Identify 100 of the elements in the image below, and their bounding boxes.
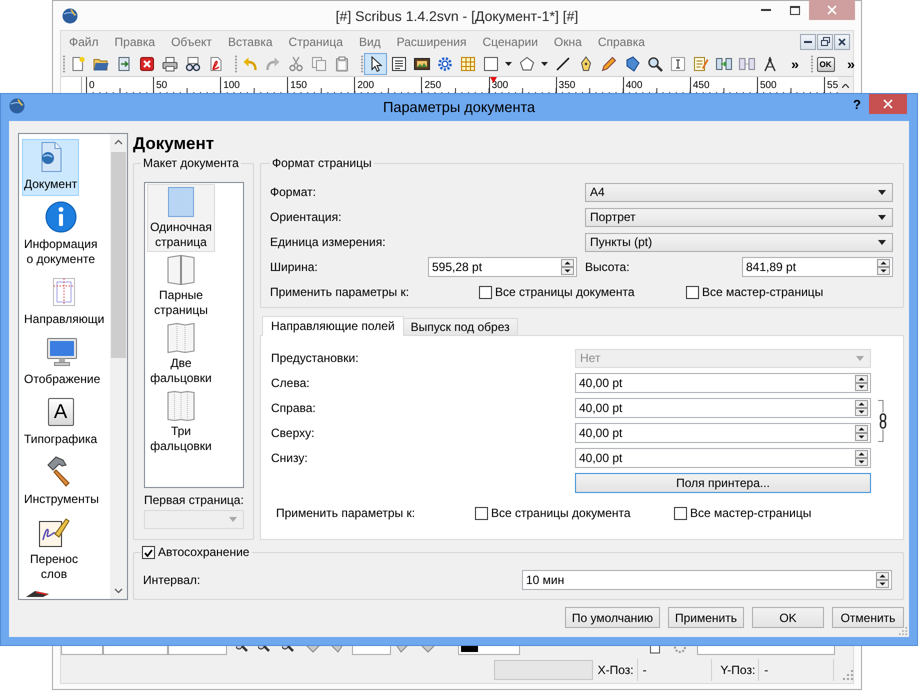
dropdown[interactable] bbox=[458, 646, 520, 655]
info-icon bbox=[44, 201, 77, 233]
tool-button[interactable] bbox=[364, 53, 387, 75]
checkbox[interactable] bbox=[478, 286, 492, 298]
caret-icon[interactable] bbox=[541, 62, 548, 66]
spin-arrows-icon[interactable] bbox=[855, 425, 868, 441]
dropdown[interactable]: Пункты (pt) bbox=[585, 232, 893, 252]
spin-arrows-icon[interactable] bbox=[855, 375, 868, 391]
toolbar-handle[interactable] bbox=[235, 55, 237, 73]
close-button[interactable] bbox=[869, 94, 907, 114]
help-button[interactable]: ? bbox=[847, 97, 867, 112]
ok-key-button[interactable]: OK bbox=[816, 56, 834, 72]
checkbox[interactable] bbox=[142, 546, 155, 559]
close-button[interactable] bbox=[834, 34, 850, 50]
spin-field[interactable]: 595,28 pt bbox=[428, 257, 577, 277]
restore-button[interactable] bbox=[817, 34, 833, 50]
toolbar-handle[interactable] bbox=[63, 55, 65, 73]
arrow-icon[interactable] bbox=[420, 646, 436, 655]
dropdown[interactable]: A4 bbox=[585, 182, 893, 202]
spin-arrows-icon[interactable] bbox=[855, 400, 868, 416]
menu-item[interactable]: Файл bbox=[61, 34, 107, 48]
three-panel-fold-icon bbox=[167, 323, 195, 353]
toolbar-overflow-button[interactable]: » bbox=[787, 56, 803, 72]
input-field[interactable] bbox=[103, 646, 168, 655]
dialog-button[interactable]: Отменить bbox=[832, 607, 904, 628]
scrollbar[interactable] bbox=[110, 134, 127, 599]
close-document-icon[interactable] bbox=[138, 56, 154, 72]
caret-icon bbox=[878, 190, 886, 194]
toolbar-handle[interactable] bbox=[811, 55, 813, 73]
minimize-button[interactable] bbox=[800, 34, 816, 50]
ruler-marker-icon bbox=[490, 77, 497, 83]
dropdown[interactable]: Портрет bbox=[585, 208, 893, 226]
spin-arrows-icon[interactable] bbox=[855, 450, 868, 466]
menu-item[interactable]: Вид bbox=[350, 34, 389, 48]
category-item[interactable]: Инструменты bbox=[22, 454, 101, 511]
spin-field[interactable]: 40,00 pt bbox=[575, 373, 871, 393]
facing-pages-icon bbox=[167, 255, 195, 285]
spin-field[interactable]: 40,00 pt bbox=[575, 448, 871, 468]
dialog-button[interactable]: Применить bbox=[668, 607, 744, 628]
menu-item[interactable]: Объект bbox=[163, 34, 220, 48]
spin-field[interactable]: 841,89 pt bbox=[742, 257, 893, 277]
layout-option[interactable]: Три фальцовки bbox=[147, 388, 215, 456]
glasses-icon[interactable] bbox=[184, 56, 200, 72]
new-page-icon[interactable] bbox=[70, 56, 86, 72]
spin-arrows-icon[interactable] bbox=[876, 572, 889, 588]
scrollbar-thumb[interactable] bbox=[111, 152, 126, 358]
menu-item[interactable]: Вставка bbox=[220, 34, 281, 48]
folder-icon[interactable] bbox=[92, 56, 108, 72]
input-field[interactable] bbox=[352, 646, 391, 655]
pdf-document-icon[interactable] bbox=[208, 56, 224, 72]
menu-item[interactable]: Сценарии bbox=[474, 34, 546, 48]
category-item[interactable]: A Типографика bbox=[22, 394, 100, 451]
layout-option[interactable]: Одиночная страница bbox=[147, 184, 215, 252]
field-label: Ориентация: bbox=[270, 210, 342, 224]
dialog-button[interactable]: По умолчанию bbox=[564, 607, 660, 628]
arrow-icon[interactable] bbox=[305, 646, 321, 655]
category-item[interactable]: Документ bbox=[22, 139, 80, 196]
scissors-icon[interactable] bbox=[288, 56, 304, 72]
tab[interactable]: Выпуск под обрез bbox=[402, 318, 518, 335]
layout-option[interactable]: Парные страницы bbox=[147, 252, 215, 320]
printer-icon[interactable] bbox=[162, 56, 178, 72]
toolbar-handle[interactable] bbox=[361, 55, 363, 73]
printer-margins-button[interactable]: Поля принтера... bbox=[575, 473, 871, 493]
field-label: Высота: bbox=[585, 260, 631, 274]
menu-item[interactable]: Справка bbox=[590, 34, 653, 48]
category-item[interactable]: Перенос слов bbox=[22, 514, 86, 586]
menu-item[interactable]: Расширения bbox=[388, 34, 474, 48]
checkbox[interactable] bbox=[674, 506, 687, 520]
checkbox[interactable] bbox=[686, 286, 699, 298]
resize-grip-icon[interactable] bbox=[899, 627, 907, 635]
field-label: Снизу: bbox=[271, 451, 309, 465]
field-label: Слева: bbox=[271, 376, 311, 390]
checkbox-label: Все мастер-страницы bbox=[702, 285, 824, 299]
spin-field[interactable]: 10 мин bbox=[522, 570, 892, 590]
spin-field[interactable]: 40,00 pt bbox=[575, 398, 871, 418]
menu-item[interactable]: Страница bbox=[280, 34, 351, 48]
menu-item[interactable]: Правка bbox=[106, 34, 164, 48]
spin-arrows-icon[interactable] bbox=[561, 259, 574, 275]
ruler-label: 250 bbox=[422, 81, 442, 91]
caret-icon bbox=[856, 356, 864, 360]
layout-option[interactable]: Две фальцовки bbox=[147, 320, 215, 388]
field-label: Предустановки: bbox=[271, 351, 360, 365]
clipboard-icon[interactable] bbox=[334, 56, 350, 72]
ruler-label: 0 bbox=[87, 81, 95, 91]
category-item[interactable]: Отображение bbox=[22, 334, 102, 391]
menu-item[interactable]: Окна bbox=[546, 34, 590, 48]
caret-icon[interactable] bbox=[505, 62, 512, 66]
copy-pages-icon[interactable] bbox=[310, 56, 326, 72]
tab[interactable]: Направляющие полей bbox=[262, 316, 404, 336]
spin-field[interactable]: 40,00 pt bbox=[575, 423, 871, 443]
dialog-button[interactable]: OK bbox=[752, 607, 824, 628]
field-label: Применить параметры к: bbox=[276, 506, 416, 520]
checkbox[interactable] bbox=[475, 506, 488, 520]
resize-grip-icon[interactable] bbox=[843, 670, 854, 680]
category-item[interactable]: Направляющи bbox=[22, 274, 106, 331]
spin-arrows-icon[interactable] bbox=[877, 259, 890, 275]
category-item[interactable]: Информация о документе bbox=[22, 199, 100, 271]
single-page-icon bbox=[167, 187, 195, 217]
toolbar-overflow-button[interactable]: » bbox=[843, 56, 859, 72]
chain-link-icon[interactable] bbox=[877, 400, 889, 442]
